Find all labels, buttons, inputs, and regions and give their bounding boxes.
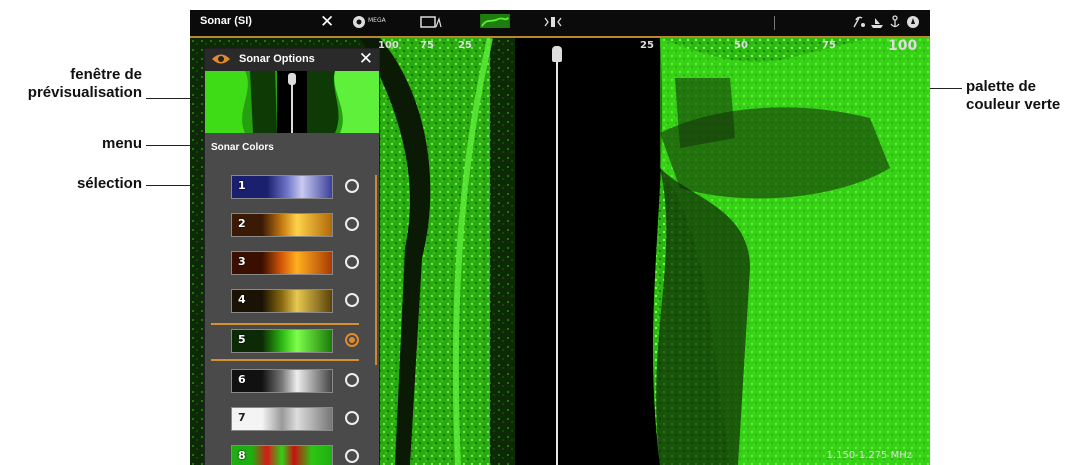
color-radio-1[interactable] (345, 179, 359, 193)
mega-label: MEGA (368, 17, 386, 24)
color-radio-5[interactable] (345, 333, 359, 347)
frequency-readout: 1.150-1.275 MHz (826, 450, 912, 461)
preview-window-annotation-line2: prévisualisation (27, 84, 142, 101)
color-number-8: 8 (238, 449, 246, 462)
color-option-5[interactable]: 5 (211, 323, 371, 361)
options-title: Sonar Options (239, 53, 315, 65)
color-radio-2[interactable] (345, 217, 359, 231)
compass-icon (907, 16, 919, 28)
color-number-1: 1 (238, 179, 246, 192)
color-radio-4[interactable] (345, 293, 359, 307)
scale-tick-right-100: 100 (888, 38, 918, 54)
color-option-3[interactable]: 3 (215, 249, 371, 277)
options-header: Sonar Options ✕ (205, 49, 379, 71)
gps-icon (853, 16, 865, 28)
color-number-4: 4 (238, 293, 246, 306)
options-close-button[interactable]: ✕ (359, 49, 373, 69)
color-swatch-6: 6 (231, 369, 333, 393)
color-option-4[interactable]: 4 (215, 287, 371, 315)
color-number-3: 3 (238, 255, 246, 268)
color-radio-6[interactable] (345, 373, 359, 387)
menu-annotation: menu (101, 135, 142, 152)
scale-tick-right-50: 50 (734, 40, 748, 51)
boat-center-line (556, 52, 558, 465)
color-option-7[interactable]: 7 (215, 405, 371, 433)
scale-tick-left-25: 25 (458, 40, 472, 51)
scale-tick-right-75: 75 (822, 40, 836, 51)
sonar-view-icon[interactable] (478, 14, 512, 28)
color-option-1[interactable]: 1 (215, 173, 371, 201)
color-option-6[interactable]: 6 (215, 367, 371, 395)
palette-annotation-line1: palette de (966, 78, 1037, 95)
color-swatch-4: 4 (231, 289, 333, 313)
scale-tick-left-100: 100 (378, 40, 399, 51)
scale-tick-right-25: 25 (640, 40, 654, 51)
palette-annotation-line2: couleur verte (966, 96, 1061, 113)
color-radio-8[interactable] (345, 449, 359, 463)
transducer-icon[interactable] (542, 15, 564, 29)
view-close-button[interactable]: ✕ (320, 12, 334, 32)
palette-annotation: palette de couleur verte (966, 78, 1076, 114)
view-title: Sonar (SI) (200, 15, 252, 27)
chart-view-icon[interactable] (420, 15, 442, 29)
color-swatch-3: 3 (231, 251, 333, 275)
preview-window (205, 71, 379, 133)
color-number-7: 7 (238, 411, 246, 424)
color-number-2: 2 (238, 217, 246, 230)
scale-tick-left-75: 75 (420, 40, 434, 51)
color-swatch-1: 1 (231, 175, 333, 199)
device-screen: Sonar (SI) ✕ MEGA 100 75 25 25 50 75 100… (190, 10, 930, 465)
color-option-8[interactable]: 8 (215, 443, 371, 465)
preview-image (205, 71, 379, 133)
color-radio-7[interactable] (345, 411, 359, 425)
status-bar: Sonar (SI) ✕ MEGA (190, 10, 930, 38)
color-number-6: 6 (238, 373, 246, 386)
sonar-colors-menu-title: Sonar Colors (211, 142, 274, 153)
status-divider (774, 16, 775, 30)
color-swatch-8: 8 (231, 445, 333, 465)
mega-icon (353, 16, 365, 28)
color-swatch-2: 2 (231, 213, 333, 237)
color-list-scrollbar[interactable] (375, 175, 377, 365)
preview-window-annotation-line1: fenêtre de (70, 66, 142, 83)
boat-position-marker (552, 46, 562, 62)
boat-icon (871, 18, 883, 28)
color-number-5: 5 (238, 333, 246, 346)
eye-icon (212, 54, 230, 64)
anchor-icon (890, 15, 900, 28)
preview-window-annotation: fenêtre de prévisualisation (0, 66, 142, 102)
color-radio-3[interactable] (345, 255, 359, 269)
sonar-options-panel: Sonar Options ✕ Sonar Colors 1 2 3 4 5 6… (204, 48, 380, 465)
color-option-2[interactable]: 2 (215, 211, 371, 239)
color-swatch-7: 7 (231, 407, 333, 431)
selection-annotation: sélection (76, 175, 142, 192)
color-swatch-5: 5 (231, 329, 333, 353)
